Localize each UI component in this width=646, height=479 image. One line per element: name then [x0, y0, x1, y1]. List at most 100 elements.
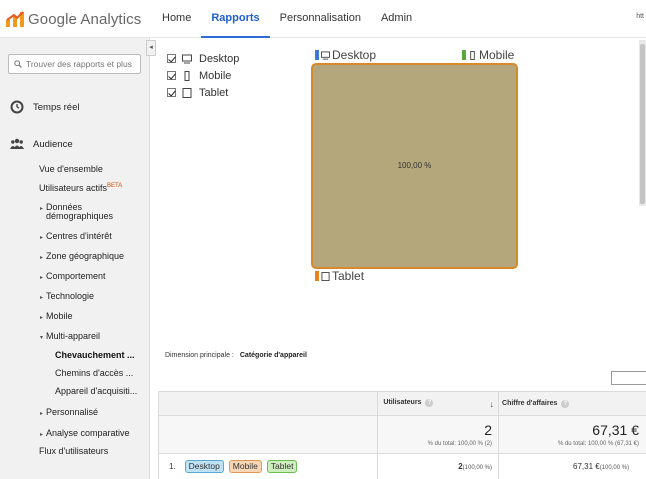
sidebar-item-benchmark[interactable]: ▸ Analyse comparative — [40, 428, 130, 440]
desktop-icon — [321, 50, 330, 60]
sidebar-item-audience[interactable]: Audience — [10, 137, 73, 151]
nav-rapports[interactable]: Rapports — [201, 0, 270, 38]
sidebar-label-realtime: Temps réel — [33, 101, 80, 113]
sidebar-item-custom[interactable]: ▸ Personnalisé — [40, 407, 98, 419]
legend-label-mobile: Mobile — [199, 69, 232, 82]
sidebar-label-custom: Personnalisé — [46, 407, 99, 417]
sidebar-label-technology: Technologie — [46, 291, 95, 301]
nav-admin[interactable]: Admin — [371, 0, 422, 38]
table-row[interactable]: 1. Desktop Mobile Tablet 2(100,00 %) 67,… — [157, 453, 646, 479]
device-tag-mobile[interactable]: Mobile — [228, 460, 262, 473]
device-tag-tablet[interactable]: Tablet — [266, 460, 298, 473]
row-index: 1. — [169, 462, 176, 471]
desktop-color-swatch — [315, 50, 319, 60]
report-table: Utilisateurs? ↓ Chiffre d'affaires? 2 % … — [157, 391, 646, 479]
venn-text-tablet: Tablet — [332, 269, 365, 283]
header-dimension-cell — [157, 391, 379, 416]
venn-label-tablet: Tablet — [315, 269, 364, 283]
mobile-icon — [470, 50, 475, 60]
sidebar-label-demographics-2: démographiques — [46, 211, 114, 221]
sidebar-item-overlap[interactable]: Chevauchement ... — [55, 350, 135, 360]
venn-label-desktop: Desktop — [315, 48, 376, 62]
sort-down-arrow-icon[interactable]: ↓ — [490, 399, 495, 409]
device-tag-desktop[interactable]: Desktop — [184, 460, 224, 473]
totals-users-value: 2 — [484, 422, 493, 438]
sidebar-item-user-flow[interactable]: Flux d'utilisateurs — [39, 446, 108, 456]
header-users-label: Utilisateurs — [383, 398, 422, 406]
primary-dimension-label: Dimension principale : — [165, 352, 234, 359]
legend-label-desktop: Desktop — [199, 52, 240, 65]
venn-text-mobile: Mobile — [479, 48, 515, 62]
venn-label-mobile: Mobile — [462, 48, 514, 62]
row-users-cell: 2(100,00 %) — [377, 453, 500, 479]
mobile-icon — [184, 70, 190, 81]
venn-overlap-area[interactable]: 100,00 % — [311, 63, 518, 269]
totals-row: 2 % du total: 100,00 % (2) 67,31 € % du … — [157, 415, 646, 454]
row-revenue-pct: (100,00 %) — [599, 465, 630, 471]
search-icon — [14, 60, 22, 68]
sidebar-item-geo[interactable]: ▸ Zone géographique — [40, 251, 124, 263]
nav-home[interactable]: Home — [152, 0, 201, 38]
sidebar-item-attribution[interactable]: Appareil d'acquisiti... — [55, 386, 137, 396]
page-scrollbar[interactable] — [636, 40, 646, 206]
legend-item-tablet[interactable]: Tablet — [167, 84, 239, 101]
sidebar-label-multi-device: Multi-appareil — [46, 331, 101, 341]
totals-dimension-cell — [157, 415, 379, 454]
header-revenue[interactable]: Chiffre d'affaires? — [498, 391, 646, 416]
tablet-icon — [321, 271, 330, 281]
desktop-icon — [182, 54, 192, 63]
sidebar-label-interests: Centres d'intérêt — [46, 231, 112, 241]
tablet-icon — [182, 87, 192, 98]
sidebar-item-technology[interactable]: ▸ Technologie — [40, 291, 94, 303]
help-icon[interactable]: ? — [561, 399, 570, 408]
totals-users-sub: % du total: 100,00 % (2) — [427, 441, 493, 447]
table-filter-input[interactable] — [611, 371, 646, 385]
sidebar-label-behavior: Comportement — [46, 271, 106, 281]
report-search[interactable] — [8, 54, 141, 74]
sidebar-label-mobile: Mobile — [46, 311, 73, 321]
sidebar-item-realtime[interactable]: Temps réel — [10, 100, 79, 114]
tablet-color-swatch — [315, 271, 319, 281]
search-input[interactable] — [25, 59, 140, 69]
row-revenue-cell: 67,31 €(100,00 %) — [498, 453, 646, 479]
header-users[interactable]: Utilisateurs? ↓ — [377, 391, 500, 416]
sidebar-label-geo: Zone géographique — [46, 251, 125, 261]
mobile-checkbox[interactable] — [167, 71, 176, 80]
header-revenue-label: Chiffre d'affaires — [502, 399, 558, 407]
sidebar-label-active-users: Utilisateurs actifs — [39, 183, 108, 193]
venn-overlap-percent: 100,00 % — [397, 161, 432, 170]
sidebar-item-multi-device[interactable]: ▾ Multi-appareil — [40, 331, 100, 343]
sidebar: Temps réel Audience Vue d'ensemble Utili… — [0, 38, 150, 479]
help-icon[interactable]: ? — [425, 398, 434, 407]
device-legend: Desktop Mobile Tablet — [167, 50, 239, 101]
analytics-logo-icon — [6, 11, 24, 27]
app-root: Google Analytics Home Rapports Personnal… — [0, 0, 646, 479]
tablet-checkbox[interactable] — [167, 88, 176, 97]
account-url[interactable]: htt — [636, 13, 644, 20]
people-icon — [10, 138, 24, 149]
top-bar: Google Analytics Home Rapports Personnal… — [0, 0, 646, 38]
sidebar-item-behavior[interactable]: ▸ Comportement — [40, 271, 106, 283]
mobile-color-swatch — [462, 50, 466, 60]
sidebar-item-interests[interactable]: ▸ Centres d'intérêt — [40, 231, 112, 243]
legend-label-tablet: Tablet — [199, 86, 229, 99]
totals-revenue-value: 67,31 € — [592, 422, 640, 438]
sidebar-item-mobile[interactable]: ▸ Mobile — [40, 311, 73, 323]
nav-personnalisation[interactable]: Personnalisation — [270, 0, 371, 38]
top-nav: Home Rapports Personnalisation Admin — [152, 0, 422, 38]
row-users-pct: (100,00 %) — [462, 465, 493, 471]
desktop-checkbox[interactable] — [167, 54, 176, 63]
sidebar-item-overview[interactable]: Vue d'ensemble — [39, 164, 103, 174]
sidebar-item-active-users[interactable]: Utilisateurs actifsBETA — [39, 181, 122, 193]
sidebar-label-audience: Audience — [33, 138, 73, 150]
google-analytics-logo[interactable]: Google Analytics — [6, 8, 141, 30]
sidebar-label-benchmark: Analyse comparative — [46, 428, 130, 438]
primary-dimension-value[interactable]: Catégorie d'appareil — [240, 352, 307, 359]
beta-badge: BETA — [107, 183, 123, 189]
legend-item-mobile[interactable]: Mobile — [167, 67, 239, 84]
legend-item-desktop[interactable]: Desktop — [167, 50, 239, 67]
totals-users-cell: 2 % du total: 100,00 % (2) — [377, 415, 500, 454]
sidebar-collapse-button[interactable]: ◂ — [146, 40, 156, 56]
sidebar-item-paths[interactable]: Chemins d'accès ... — [55, 368, 133, 378]
brand-name: Google Analytics — [28, 10, 142, 28]
